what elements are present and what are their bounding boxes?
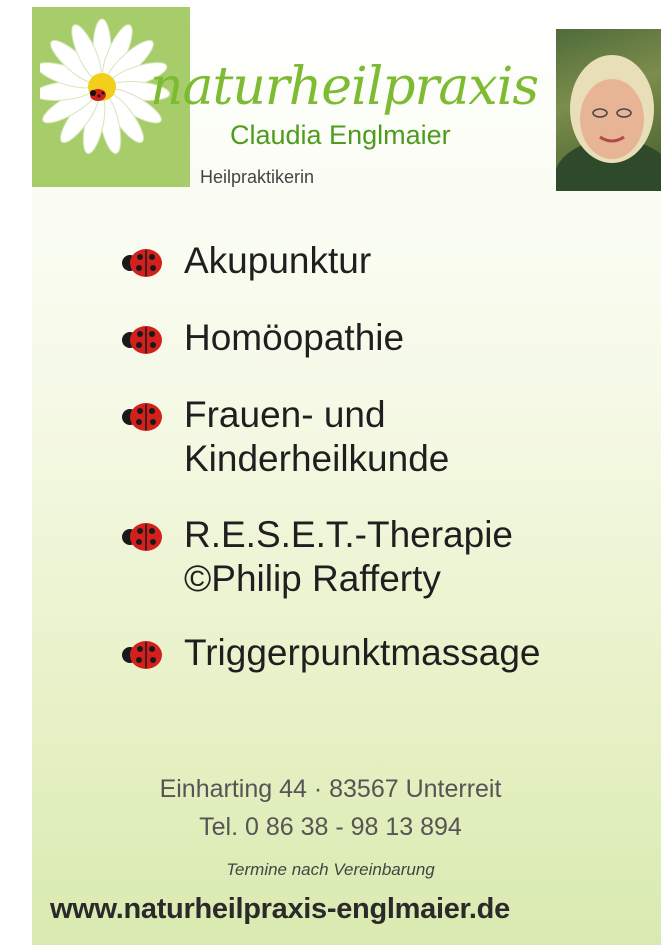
practitioner-name: Claudia Englmaier (230, 120, 451, 150)
website-link[interactable]: www.naturheilpraxis-englmaier.de (50, 893, 510, 926)
services-list: Akupunktur Homöopathie Frauen- und Kinde… (120, 239, 661, 675)
service-label: R.E.S.E.T.-Therapie (184, 514, 514, 555)
ladybug-icon (122, 403, 162, 431)
service-label: Homöopathie (184, 317, 405, 358)
ladybug-icon (122, 641, 162, 669)
list-item: Triggerpunktmassage (120, 631, 661, 675)
list-item: R.E.S.E.T.-Therapie ©Philip Rafferty (120, 513, 661, 601)
flyer-card: naturheilpraxis Claudia Englmaier Heilpr… (32, 7, 661, 945)
phone-text: Tel. 0 86 38 - 98 13 894 (199, 813, 462, 841)
service-label: Triggerpunktmassage (184, 632, 541, 673)
portrait-photo (556, 29, 661, 191)
address-text: Einharting 44 · 83567 Unterreit (159, 775, 502, 803)
service-label-line2: ©Philip Rafferty (184, 558, 441, 599)
service-label: Frauen- und (184, 394, 386, 435)
ladybug-icon (122, 523, 162, 551)
ladybug-icon (122, 249, 162, 277)
appointment-note: Termine nach Vereinbarung (226, 860, 435, 879)
brand-script: naturheilpraxis (150, 57, 539, 117)
service-label-line2: Kinderheilkunde (184, 438, 450, 479)
service-label: Akupunktur (184, 240, 372, 281)
practitioner-title: Heilpraktikerin (200, 167, 315, 187)
list-item: Frauen- und Kinderheilkunde (120, 393, 661, 481)
ladybug-icon (122, 326, 162, 354)
list-item: Homöopathie (120, 316, 661, 360)
list-item: Akupunktur (120, 239, 661, 283)
